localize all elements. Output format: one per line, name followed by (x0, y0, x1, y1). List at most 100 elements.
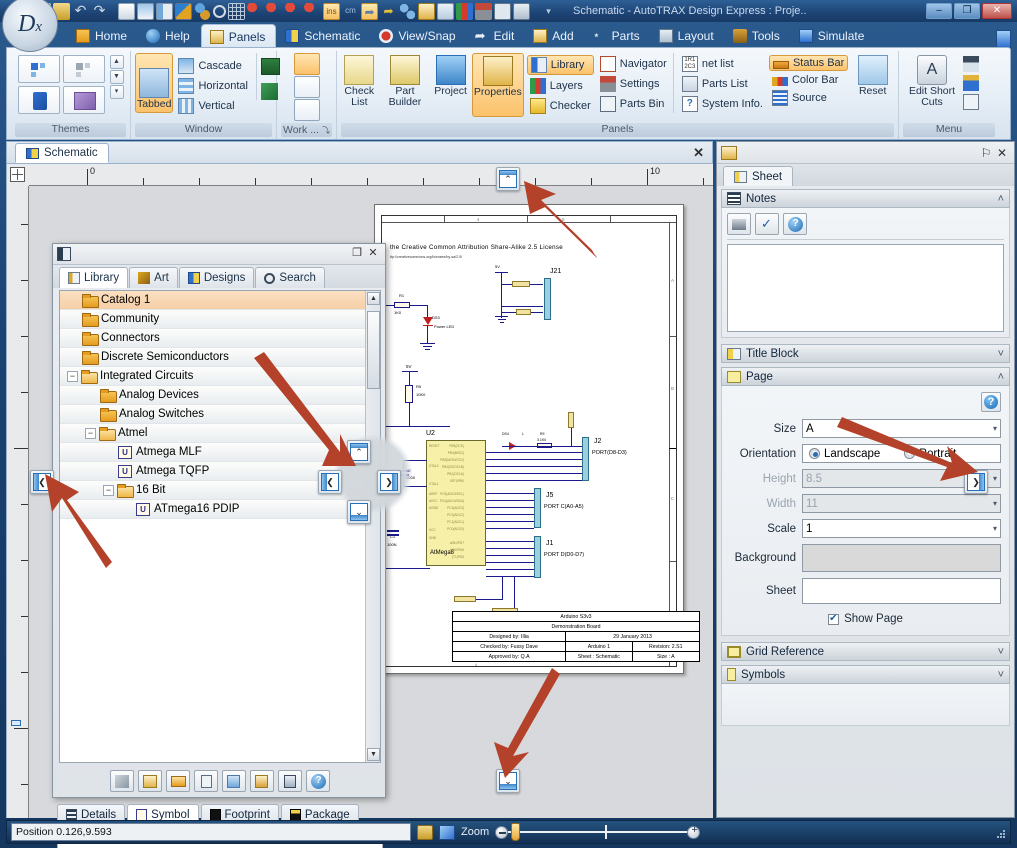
tree-expander-icon[interactable]: − (85, 427, 96, 439)
zoom-slider-thumb[interactable] (511, 823, 521, 841)
tree-item-atmel[interactable]: − Atmel (60, 424, 380, 443)
resize-icon[interactable] (156, 2, 173, 20)
page-scale-field[interactable]: 1 ▾ (802, 519, 1001, 538)
theme-office-icon[interactable] (17, 86, 60, 114)
project-button[interactable]: Project (432, 53, 469, 117)
origin-2-icon[interactable] (266, 2, 283, 20)
cursor-select-icon[interactable]: ➦ (361, 2, 378, 20)
edit-chip-icon[interactable] (194, 770, 218, 792)
page-size-combobox[interactable]: A ▾ (802, 419, 1001, 438)
tree-item-discrete-semiconductors[interactable]: Discrete Semiconductors (60, 348, 380, 367)
scroll-down-icon[interactable]: ▼ (367, 748, 380, 761)
ribbon-tab-parts[interactable]: ⋆ Parts (585, 24, 650, 48)
tree-item-analog-devices[interactable]: Analog Devices (60, 386, 380, 405)
palette-icon[interactable] (439, 824, 455, 840)
menu-top-icon[interactable] (963, 56, 979, 72)
workspace-3-icon[interactable] (293, 99, 320, 121)
snap-dot-icon[interactable] (194, 2, 211, 20)
cascade-button[interactable]: Cascade (175, 57, 251, 75)
library-close-icon[interactable]: ✕ (365, 247, 381, 261)
radio-landscape[interactable]: Landscape (809, 448, 880, 460)
tree-item-analog-switches[interactable]: Analog Switches (60, 405, 380, 424)
properties-tab-sheet[interactable]: Sheet (723, 166, 794, 186)
ribbon-tab-simulate[interactable]: Simulate (791, 24, 875, 48)
chevron-down-icon[interactable]: ▾ (989, 524, 997, 533)
tree-item-connectors[interactable]: Connectors (60, 329, 380, 348)
section-title-block-chevron-icon[interactable]: ˅ (998, 348, 1004, 360)
page-sheet-field[interactable] (802, 578, 1001, 604)
settings-panel-button[interactable]: Settings (597, 75, 670, 93)
open-folder-icon[interactable] (166, 770, 190, 792)
net-icon[interactable] (399, 2, 416, 20)
units-inch-icon[interactable]: ins (323, 2, 340, 20)
tabbed-button[interactable]: Tabbed (135, 53, 174, 113)
tree-item-catalog-1[interactable]: Catalog 1 (60, 291, 380, 310)
library-icon[interactable] (437, 2, 454, 20)
page-help-button[interactable]: ? (981, 392, 1001, 412)
menu-list-icon[interactable] (963, 94, 979, 110)
library-window[interactable]: ❐ ✕ Library Art Designs Search Catalog 1… (52, 243, 386, 848)
document-close-icon[interactable]: ✕ (693, 145, 704, 161)
dock-top-button[interactable]: ⌃ (496, 167, 520, 191)
zoom-out-icon[interactable] (495, 825, 509, 839)
layers-color-icon[interactable] (175, 2, 192, 20)
library-tab-designs[interactable]: Designs (178, 267, 255, 288)
close-button[interactable]: ✕ (982, 3, 1012, 19)
library-tree[interactable]: Catalog 1 Community Connectors Discrete … (59, 290, 381, 763)
library-restore-icon[interactable]: ❐ (349, 247, 365, 261)
workspace-1-icon[interactable] (293, 53, 320, 75)
chevron-down-icon[interactable]: ▾ (989, 424, 997, 433)
tree-item-atmega-mlf[interactable]: U Atmega MLF (60, 443, 380, 462)
status-bar-panel-button[interactable]: Status Bar (768, 55, 849, 71)
section-page-chevron-icon[interactable]: ˄ (998, 371, 1004, 383)
properties-button[interactable]: Properties (471, 53, 524, 117)
print-notes-icon[interactable] (727, 213, 751, 235)
minimize-button[interactable]: – (926, 3, 952, 19)
theme-gallery-more-icon[interactable]: ▾ (109, 85, 124, 99)
dock-cluster-down[interactable]: ⌄ (347, 500, 371, 524)
ribbon-tab-layout[interactable]: Layout (651, 24, 724, 48)
theme-silver-icon[interactable] (62, 55, 105, 83)
section-header-title-block[interactable]: Title Block ˅ (721, 344, 1010, 363)
select-all-icon[interactable] (10, 167, 25, 182)
dock-cluster-left[interactable]: ❮ (318, 470, 342, 494)
cube-3d-icon[interactable] (260, 83, 278, 100)
section-header-notes[interactable]: Notes ˄ (721, 189, 1010, 208)
dock-cluster-right[interactable]: ❯ (377, 470, 401, 494)
new-part-icon[interactable] (110, 770, 134, 792)
system-info-panel-button[interactable]: ? System Info. (679, 95, 766, 113)
parts-bin-panel-button[interactable]: Parts Bin (597, 95, 670, 113)
origin-4-icon[interactable] (285, 2, 302, 20)
dock-cluster-up[interactable]: ⌃ (347, 440, 371, 464)
page-background-swatch[interactable] (802, 544, 1001, 572)
radio-portrait[interactable]: Portrait (904, 448, 956, 460)
section-header-symbols[interactable]: Symbols ˅ (721, 665, 1010, 684)
zoom-icon[interactable] (213, 4, 226, 18)
parts-list-panel-button[interactable]: Parts List (679, 75, 766, 93)
title-block[interactable]: Arduino S3v3 Demonstration Board Designe… (452, 611, 700, 662)
pointer-icon[interactable]: ➦ (380, 3, 397, 20)
ribbon-tab-panels[interactable]: Panels (200, 24, 277, 48)
maximize-button[interactable]: ❐ (954, 3, 980, 19)
horizontal-button[interactable]: Horizontal (175, 77, 251, 95)
ribbon-tab-schematic[interactable]: Schematic (277, 24, 370, 48)
layers-icon[interactable] (456, 2, 473, 20)
origin-1-icon[interactable] (247, 2, 264, 20)
library-tab-search[interactable]: Search (255, 267, 325, 288)
reset-button[interactable]: Reset (851, 53, 894, 117)
ribbon-overflow-icon[interactable] (996, 30, 1011, 48)
ribbon-tab-add[interactable]: Add (525, 24, 583, 48)
show-page-row[interactable]: Show Page (730, 613, 1001, 625)
tree-item-community[interactable]: Community (60, 310, 380, 329)
delete-icon[interactable] (278, 770, 302, 792)
origin-10-icon[interactable] (304, 2, 321, 20)
units-cm-icon[interactable]: cm (342, 3, 359, 20)
checker-panel-button[interactable]: Checker (527, 97, 594, 115)
source-panel-button[interactable]: Source (769, 89, 848, 107)
add-favorite-icon[interactable] (138, 770, 162, 792)
edit-shortcuts-button[interactable]: A Edit Short Cuts (903, 53, 961, 117)
document-tab-schematic[interactable]: Schematic (15, 143, 109, 163)
new-page-icon[interactable] (118, 2, 135, 20)
section-grid-reference-chevron-icon[interactable]: ˅ (998, 646, 1004, 658)
section-header-grid-reference[interactable]: Grid Reference ˅ (721, 642, 1010, 661)
